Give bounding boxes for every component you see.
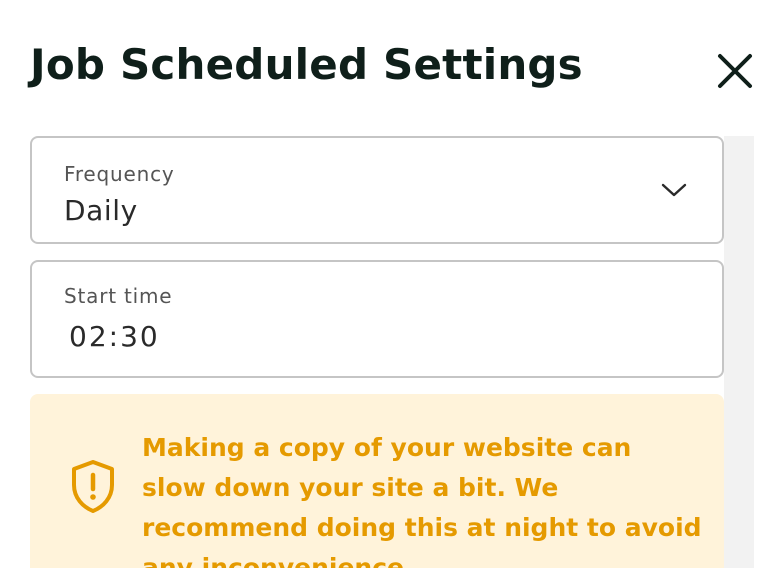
frequency-select[interactable]: Frequency Daily bbox=[30, 136, 724, 244]
frequency-value: Daily bbox=[64, 194, 138, 227]
warning-notice: Making a copy of your website can slow d… bbox=[30, 394, 724, 568]
chevron-down-icon bbox=[661, 183, 687, 197]
job-schedule-dialog: Job Scheduled Settings Frequency Daily S… bbox=[0, 0, 780, 568]
shield-alert-icon bbox=[72, 460, 114, 513]
dialog-title: Job Scheduled Settings bbox=[30, 40, 583, 89]
scrollbar[interactable] bbox=[724, 136, 754, 568]
start-time-value: 02:30 bbox=[69, 320, 160, 353]
close-button[interactable] bbox=[712, 48, 758, 94]
start-time-input[interactable]: Start time 02:30 bbox=[30, 260, 724, 378]
start-time-label: Start time bbox=[64, 284, 173, 308]
close-icon bbox=[718, 54, 752, 88]
warning-text: Making a copy of your website can slow d… bbox=[142, 433, 702, 568]
frequency-label: Frequency bbox=[64, 162, 175, 186]
